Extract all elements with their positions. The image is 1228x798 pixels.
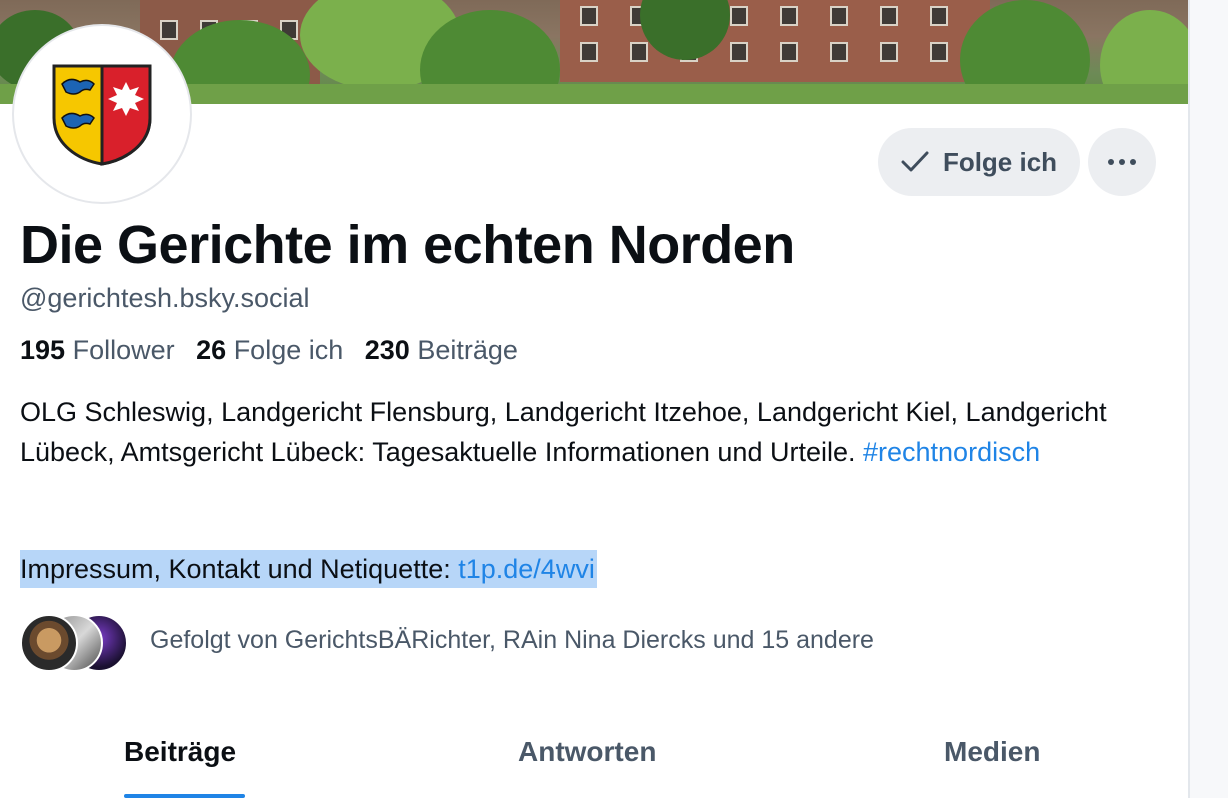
profile-page: Folge ich Die Gerichte im echten Norden … <box>0 0 1188 798</box>
tab-antworten[interactable]: Antworten <box>518 736 656 768</box>
outer-background <box>1190 0 1228 798</box>
more-options-button[interactable] <box>1088 128 1156 196</box>
profile-tabs: Beiträge Antworten Medien <box>0 724 1188 798</box>
hashtag-link[interactable]: #rechtnordisch <box>863 437 1040 467</box>
profile-bio: OLG Schleswig, Landgericht Flensburg, La… <box>20 392 1170 472</box>
impressum-link[interactable]: t1p.de/4wvi <box>458 554 595 584</box>
followed-by-text[interactable]: Gefolgt von GerichtsBÄRichter, RAin Nina… <box>150 626 874 655</box>
checkmark-icon <box>901 151 929 172</box>
coat-of-arms-icon <box>52 64 152 166</box>
follower-avatar-bear <box>20 614 78 672</box>
display-name: Die Gerichte im echten Norden <box>20 215 795 275</box>
profile-stats: 195 Follower 26 Folge ich 230 Beiträge <box>20 335 532 366</box>
stat-posts-label: Beiträge <box>417 335 518 365</box>
stat-posts: 230 Beiträge <box>365 335 532 365</box>
stat-followers-label: Follower <box>72 335 175 365</box>
stat-posts-value: 230 <box>364 335 410 365</box>
stat-following[interactable]: 26 Folge ich <box>196 335 357 365</box>
profile-handle: @gerichtesh.bsky.social <box>20 283 310 313</box>
stat-following-label: Folge ich <box>233 335 344 365</box>
avatar[interactable] <box>12 24 192 204</box>
follow-button[interactable]: Folge ich <box>878 128 1080 196</box>
impressum-prefix: Impressum, Kontakt und Netiquette: <box>20 554 459 584</box>
stat-following-value: 26 <box>196 335 227 365</box>
active-tab-indicator <box>124 794 245 798</box>
follow-button-label: Folge ich <box>942 146 1058 177</box>
tab-medien[interactable]: Medien <box>944 736 1040 768</box>
impressum-line: Impressum, Kontakt und Netiquette: t1p.d… <box>20 550 597 588</box>
stat-followers[interactable]: 195 Follower <box>20 335 189 365</box>
ellipsis-icon <box>1108 159 1136 165</box>
stat-followers-value: 195 <box>20 335 66 365</box>
banner-building-main <box>560 0 990 82</box>
tab-beitraege[interactable]: Beiträge <box>124 736 236 768</box>
